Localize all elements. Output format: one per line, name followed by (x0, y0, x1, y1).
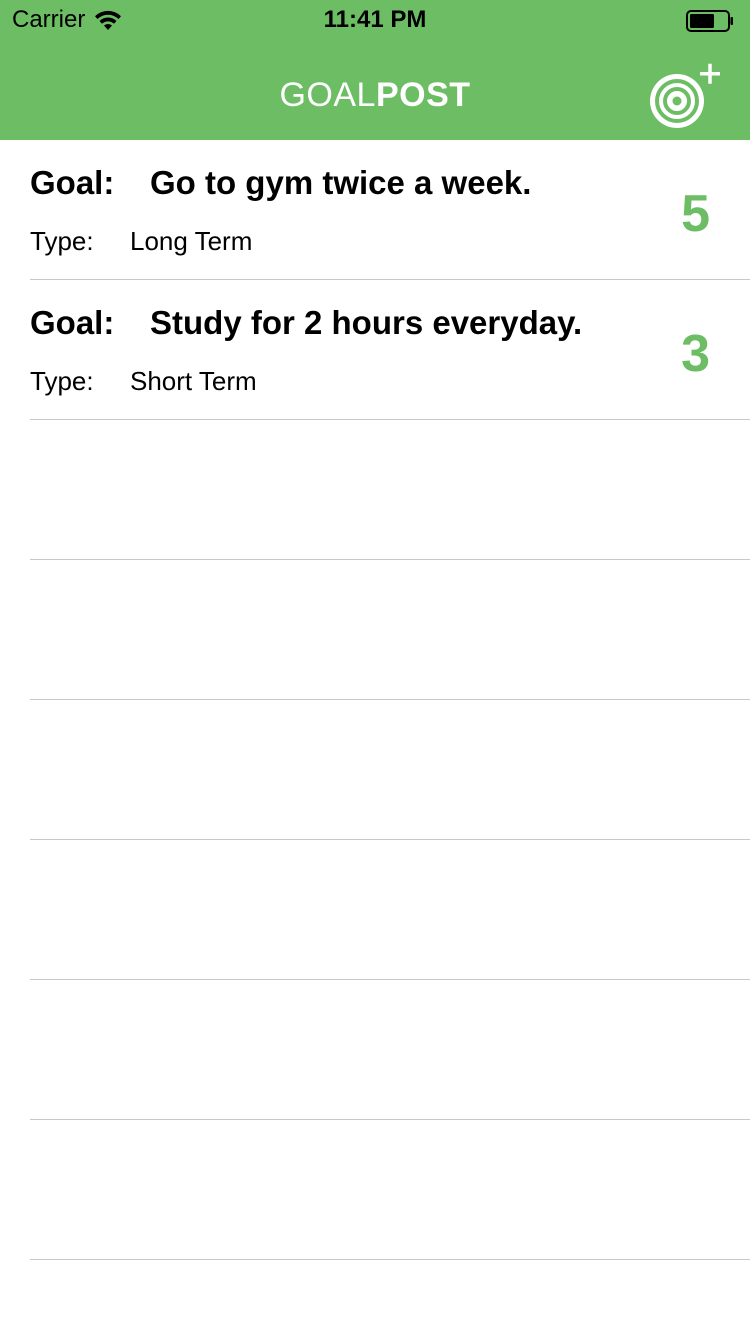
type-label: Type: (30, 226, 94, 256)
empty-row (0, 980, 750, 1120)
type-line: Type: Long Term (30, 226, 252, 257)
goal-label: Goal: (30, 304, 115, 341)
goal-cell[interactable]: Goal: Study for 2 hours everyday. Type: Sh… (0, 280, 750, 420)
goal-type: Short Term (130, 366, 257, 396)
app-title-light: GOAL (279, 76, 376, 114)
type-line: Type: Short Term (30, 366, 257, 397)
battery-icon (686, 10, 734, 32)
status-bar: Carrier 11:41 PM (0, 0, 750, 40)
empty-row (0, 1120, 750, 1260)
target-plus-icon (650, 63, 720, 128)
header-background: Carrier 11:41 PM GOALPOST (0, 0, 750, 140)
add-goal-button[interactable] (648, 60, 728, 130)
goal-cell[interactable]: Goal: Go to gym twice a week. Type: Long T… (0, 140, 750, 280)
empty-row (0, 560, 750, 700)
goal-progress-count: 3 (681, 325, 710, 383)
goal-description: Study for 2 hours everyday. (150, 304, 583, 341)
goal-line: Goal: Study for 2 hours everyday. (30, 304, 582, 342)
empty-row (0, 840, 750, 980)
type-label: Type: (30, 366, 94, 396)
goal-type: Long Term (130, 226, 253, 256)
goal-label: Goal: (30, 164, 115, 201)
goal-list[interactable]: Goal: Go to gym twice a week. Type: Long T… (0, 140, 750, 1334)
goal-progress-count: 5 (681, 185, 710, 243)
goal-line: Goal: Go to gym twice a week. (30, 164, 531, 202)
navigation-bar: GOALPOST (0, 40, 750, 140)
row-separator (30, 1259, 750, 1260)
app-title-bold: POST (375, 76, 471, 114)
status-time: 11:41 PM (323, 6, 427, 33)
empty-row (0, 420, 750, 560)
goal-list-screen: Carrier 11:41 PM GOALPOST Goal: Go to gy… (0, 0, 750, 1334)
goal-description: Go to gym twice a week. (150, 164, 532, 201)
empty-row (0, 700, 750, 840)
app-title: GOALPOST (0, 76, 750, 115)
